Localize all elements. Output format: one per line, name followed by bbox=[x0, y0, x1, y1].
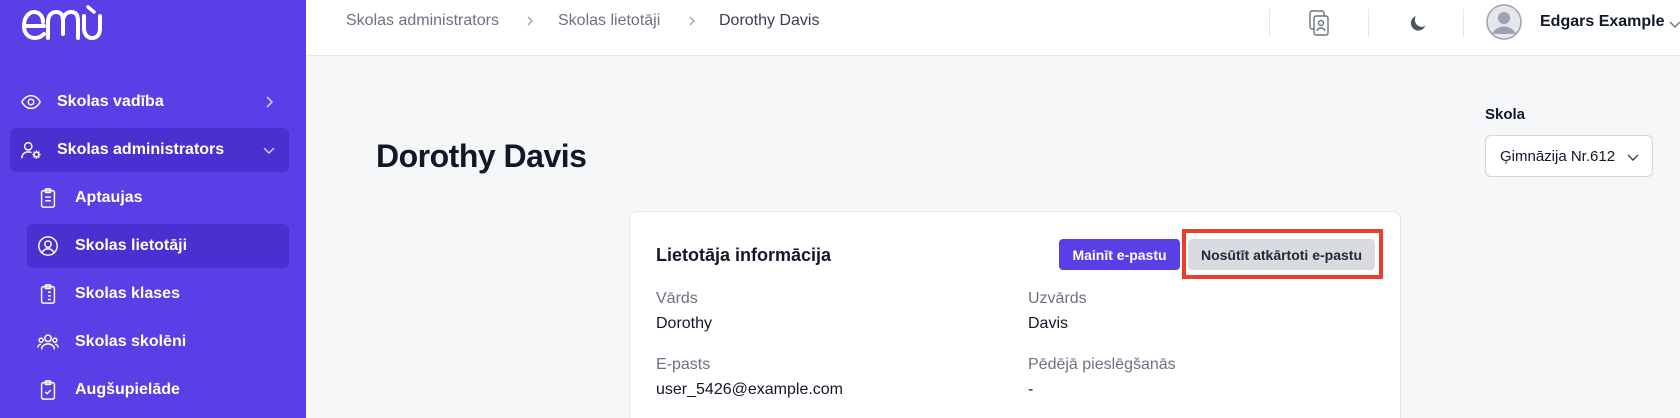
sidebar-item-augsupielade[interactable]: Augšupielāde bbox=[27, 368, 289, 412]
sidebar-item-label: Skolas lietotāji bbox=[75, 237, 188, 254]
chevron-down-icon bbox=[1627, 154, 1639, 161]
sidebar-item-skolas-vadiba[interactable]: Skolas vadība bbox=[10, 80, 289, 124]
last-login-value: - bbox=[1028, 381, 1034, 398]
page-title: Dorothy Davis bbox=[376, 138, 587, 174]
last-login-label: Pēdējā pieslēgšanās bbox=[1028, 356, 1176, 373]
sidebar-item-label: Augšupielāde bbox=[75, 381, 180, 398]
documents-button[interactable] bbox=[1301, 6, 1337, 40]
clipboard-list-icon bbox=[40, 284, 56, 304]
sidebar-item-skolas-klases[interactable]: Skolas klases bbox=[27, 272, 289, 316]
sidebar-item-label: Skolas vadība bbox=[57, 93, 164, 110]
document-copy-icon bbox=[1309, 10, 1329, 36]
card-title: Lietotāja informācija bbox=[656, 245, 832, 265]
emu-logo[interactable]: emu bbox=[18, 4, 102, 44]
last-name-value: Davis bbox=[1028, 315, 1069, 332]
sidebar-item-skolas-administrators[interactable]: Skolas administrators bbox=[10, 128, 289, 172]
email-value: user_5426@example.com bbox=[656, 381, 844, 398]
divider bbox=[1368, 9, 1369, 37]
school-select[interactable]: Ģimnāzija Nr.612 bbox=[1485, 135, 1653, 177]
school-select-value: Ģimnāzija Nr.612 bbox=[1500, 147, 1616, 165]
avatar[interactable] bbox=[1486, 4, 1522, 40]
chevron-right-icon bbox=[266, 96, 273, 108]
user-info-card: Lietotāja informācija Mainīt e-pastu Nos… bbox=[629, 211, 1401, 418]
sidebar-item-skolas-lietotaji[interactable]: Skolas lietotāji bbox=[27, 224, 289, 268]
email-label: E-pasts bbox=[656, 356, 711, 373]
sidebar-item-aptaujas[interactable]: Aptaujas bbox=[27, 176, 289, 220]
sidebar-item-label: Aptaujas bbox=[75, 189, 143, 206]
clipboard-check-icon bbox=[40, 380, 56, 400]
school-label: Skola bbox=[1485, 106, 1526, 123]
divider bbox=[1463, 9, 1464, 37]
user-name[interactable]: Edgars Example bbox=[1540, 13, 1665, 31]
change-email-button[interactable]: Mainīt e-pastu bbox=[1059, 239, 1180, 270]
first-name-label: Vārds bbox=[656, 290, 698, 307]
moon-icon bbox=[1410, 16, 1426, 31]
chevron-down-icon bbox=[263, 147, 275, 154]
chevron-right-icon bbox=[689, 16, 695, 26]
sidebar: emu Skolas vadība Skolas administrators … bbox=[0, 0, 306, 418]
clipboard-icon bbox=[40, 188, 56, 208]
breadcrumb-current: Dorothy Davis bbox=[719, 12, 820, 29]
user-cog-icon bbox=[21, 141, 41, 159]
sidebar-item-label: Skolas klases bbox=[75, 285, 180, 302]
breadcrumb-item[interactable]: Skolas lietotāji bbox=[558, 12, 660, 30]
sidebar-item-label: Skolas skolēni bbox=[75, 333, 187, 350]
user-placeholder-icon bbox=[1486, 4, 1522, 40]
top-header: Skolas administrators Skolas lietotāji D… bbox=[306, 0, 1680, 56]
resend-email-button[interactable]: Nosūtīt atkārtoti e-pastu bbox=[1188, 239, 1375, 270]
first-name-value: Dorothy bbox=[656, 315, 713, 332]
chevron-down-icon[interactable] bbox=[1668, 17, 1680, 31]
sidebar-item-skolas-skoleni[interactable]: Skolas skolēni bbox=[27, 320, 289, 364]
breadcrumb-item[interactable]: Skolas administrators bbox=[346, 12, 499, 30]
last-name-label: Uzvārds bbox=[1028, 290, 1087, 307]
chevron-right-icon bbox=[527, 16, 533, 26]
eye-icon bbox=[21, 94, 41, 110]
users-icon bbox=[37, 334, 59, 350]
sidebar-item-label: Skolas administrators bbox=[57, 141, 225, 158]
theme-toggle-button[interactable] bbox=[1401, 6, 1437, 40]
user-circle-icon bbox=[38, 236, 58, 256]
divider bbox=[1269, 9, 1270, 37]
